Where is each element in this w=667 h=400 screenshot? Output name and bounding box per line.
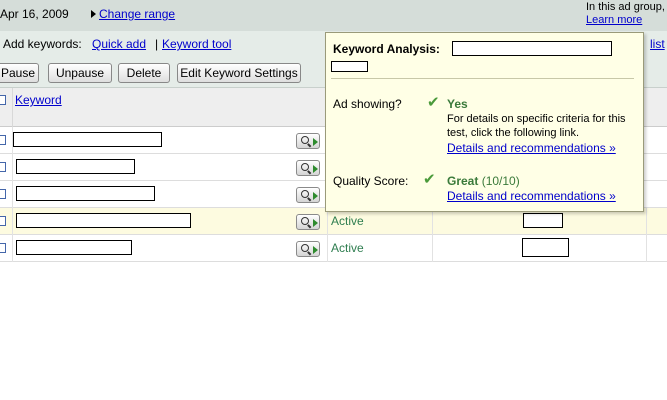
details-recommendations-link[interactable]: Details and recommendations » <box>447 141 616 155</box>
link-separator: | <box>155 37 159 51</box>
details-description: For details on specific criteria for thi… <box>447 113 626 139</box>
status-text: Active <box>331 241 364 255</box>
checkmark-icon: ✔ <box>423 171 436 188</box>
column-divider <box>432 235 433 262</box>
keyword-redacted-box <box>16 213 191 228</box>
add-keywords-label: Add keywords: <box>3 37 82 51</box>
date-bar: Apr 16, 2009 Change range In this ad gro… <box>0 0 667 31</box>
keyword-redacted-box <box>16 240 132 255</box>
change-range-link[interactable]: Change range <box>99 7 175 21</box>
column-divider <box>432 208 433 235</box>
select-all-checkbox[interactable] <box>0 95 6 105</box>
keyword-analysis-popup: Keyword Analysis: Ad showing? ✔ Yes For … <box>325 32 644 212</box>
keyword-diagnosis-button[interactable] <box>296 187 320 203</box>
row-checkbox[interactable] <box>0 162 6 172</box>
pause-button[interactable]: Pause <box>0 63 39 83</box>
play-arrow-icon <box>313 192 318 200</box>
quality-score-label: Quality Score: <box>333 174 409 188</box>
keyword-diagnosis-button[interactable] <box>296 241 320 257</box>
keyword-tool-link[interactable]: Keyword tool <box>162 37 231 51</box>
date-range-label: Apr 16, 2009 <box>0 7 69 21</box>
column-divider <box>327 235 328 262</box>
play-arrow-icon <box>313 165 318 173</box>
popup-title: Keyword Analysis: <box>333 42 440 56</box>
keyword-column-header[interactable]: Keyword <box>15 93 62 107</box>
list-link[interactable]: list <box>650 37 665 51</box>
keyword-redacted-box <box>13 132 162 147</box>
quality-details-link[interactable]: Details and recommendations » <box>447 189 616 203</box>
ad-group-text: In this ad group, <box>586 1 665 13</box>
table-row: Active <box>0 235 667 262</box>
value-redacted-box <box>523 213 563 228</box>
keyword-diagnosis-button[interactable] <box>296 160 320 176</box>
ad-showing-label: Ad showing? <box>333 97 402 111</box>
column-divider <box>12 235 13 262</box>
edit-keyword-settings-button[interactable]: Edit Keyword Settings <box>177 63 301 83</box>
keyword-redacted-box <box>16 159 135 174</box>
delete-button[interactable]: Delete <box>118 63 170 83</box>
triangle-right-icon[interactable] <box>91 10 96 18</box>
play-arrow-icon <box>313 138 318 146</box>
ad-showing-value: Yes <box>447 97 468 111</box>
column-divider <box>12 208 13 235</box>
keyword-diagnosis-button[interactable] <box>296 214 320 230</box>
row-checkbox[interactable] <box>0 243 6 253</box>
keyword-redacted-box <box>16 186 155 201</box>
checkmark-icon: ✔ <box>427 94 440 111</box>
ad-group-note: In this ad group, Learn more <box>586 1 665 27</box>
quality-score-value: Great (10/10) <box>447 174 520 188</box>
column-divider <box>327 208 328 235</box>
keyword-redacted-box <box>331 61 368 72</box>
magnifier-handle <box>307 197 312 202</box>
column-divider <box>646 235 647 262</box>
magnifier-handle <box>307 143 312 148</box>
column-divider <box>12 154 13 181</box>
row-checkbox[interactable] <box>0 216 6 226</box>
play-arrow-icon <box>313 246 318 254</box>
value-redacted-box <box>522 238 569 257</box>
play-arrow-icon <box>313 219 318 227</box>
magnifier-handle <box>307 224 312 229</box>
table-row: Active <box>0 208 667 235</box>
magnifier-handle <box>307 170 312 175</box>
row-checkbox[interactable] <box>0 135 6 145</box>
row-checkbox[interactable] <box>0 189 6 199</box>
quality-rating: Great <box>447 174 479 188</box>
keyword-diagnosis-button[interactable] <box>296 133 320 149</box>
status-text: Active <box>331 214 364 228</box>
column-divider <box>646 208 647 235</box>
keyword-redacted-box <box>452 41 612 56</box>
column-divider <box>12 181 13 208</box>
learn-more-link[interactable]: Learn more <box>586 14 665 27</box>
magnifier-handle <box>307 251 312 256</box>
quality-score-number: (10/10) <box>481 174 520 188</box>
quick-add-link[interactable]: Quick add <box>92 37 146 51</box>
unpause-button[interactable]: Unpause <box>48 63 112 83</box>
column-divider <box>12 88 13 127</box>
popup-divider <box>331 78 634 79</box>
